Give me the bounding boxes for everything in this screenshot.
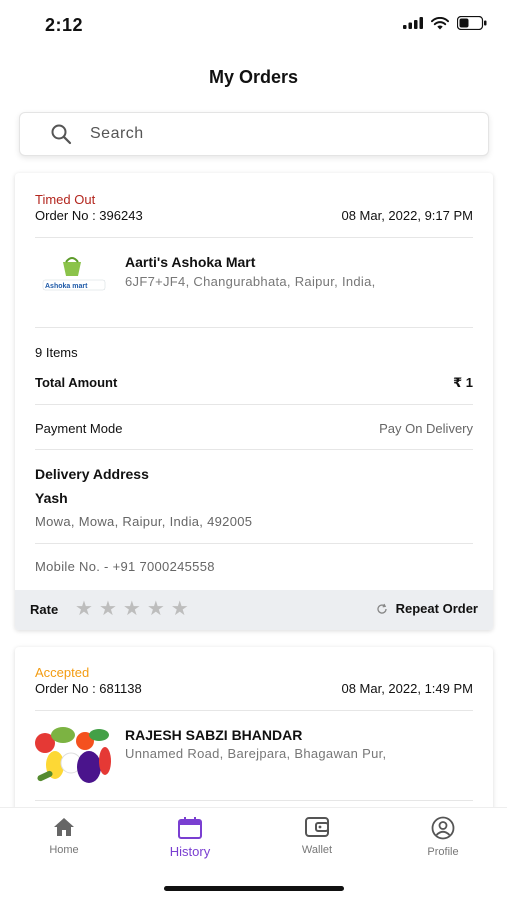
store-address: 6JF7+JF4, Changurabhata, Raipur, India, xyxy=(125,274,376,289)
store-address: Unnamed Road, Barejpara, Bhagawan Pur, xyxy=(125,746,387,761)
mobile-number: Mobile No. - +91 7000245558 xyxy=(35,559,215,574)
divider xyxy=(35,543,473,544)
order-date: 08 Mar, 2022, 1:49 PM xyxy=(341,681,473,696)
nav-wallet-label: Wallet xyxy=(301,844,333,856)
star-icon[interactable]: ★ xyxy=(99,599,117,619)
page-title: My Orders xyxy=(208,67,299,87)
nav-home[interactable]: Home xyxy=(14,816,114,856)
divider xyxy=(35,710,473,711)
home-indicator[interactable] xyxy=(164,886,344,891)
nav-home-label: Home xyxy=(49,844,79,856)
status-icons xyxy=(403,16,487,30)
divider xyxy=(35,800,473,801)
wifi-icon xyxy=(431,16,449,29)
store-name: RAJESH SABZI BHANDAR xyxy=(125,727,303,743)
repeat-order-button[interactable]: Repeat Order xyxy=(376,601,478,616)
store-logo: Ashoka mart xyxy=(33,250,113,314)
total-amount-label: Total Amount xyxy=(35,375,118,390)
store-name: Aarti's Ashoka Mart xyxy=(125,254,256,270)
rate-label: Rate xyxy=(30,602,59,617)
order-status: Timed Out xyxy=(35,192,96,207)
signal-icon xyxy=(403,17,423,29)
search-input[interactable] xyxy=(90,125,450,143)
payment-mode-label: Payment Mode xyxy=(35,421,123,436)
home-icon xyxy=(54,818,74,836)
rate-bar: Rate ★ ★ ★ ★ ★ Repeat Order xyxy=(15,590,493,630)
nav-wallet[interactable]: Wallet xyxy=(267,816,367,856)
nav-profile-label: Profile xyxy=(427,846,459,858)
items-count: 9 Items xyxy=(35,345,78,360)
star-icon[interactable]: ★ xyxy=(147,599,165,619)
nav-history-label: History xyxy=(169,844,211,859)
star-icon[interactable]: ★ xyxy=(171,599,189,619)
repeat-order-label: Repeat Order xyxy=(395,601,478,616)
store-logo xyxy=(33,721,113,785)
order-status: Accepted xyxy=(35,665,90,680)
delivery-address: Mowa, Mowa, Raipur, India, 492005 xyxy=(35,514,253,529)
status-bar: 2:12 xyxy=(0,0,507,50)
logo-text: Ashoka mart xyxy=(45,283,88,290)
refresh-icon xyxy=(376,603,387,614)
star-icon[interactable]: ★ xyxy=(123,599,141,619)
star-rating[interactable]: ★ ★ ★ ★ ★ xyxy=(75,599,189,619)
payment-mode-value: Pay On Delivery xyxy=(379,421,473,436)
order-number: Order No : 396243 xyxy=(35,208,143,223)
search-icon xyxy=(51,124,72,145)
calendar-icon xyxy=(178,817,202,839)
delivery-name: Yash xyxy=(35,490,68,506)
star-icon[interactable]: ★ xyxy=(75,599,93,619)
wallet-icon xyxy=(305,817,329,837)
divider xyxy=(35,327,473,328)
profile-icon xyxy=(431,816,455,840)
order-date: 08 Mar, 2022, 9:17 PM xyxy=(341,208,473,223)
nav-history[interactable]: History xyxy=(140,816,240,859)
vegetables-image xyxy=(35,727,111,783)
total-amount-value: ₹ 1 xyxy=(453,375,473,390)
nav-profile[interactable]: Profile xyxy=(393,816,493,858)
ashoka-mart-logo: Ashoka mart xyxy=(42,257,106,291)
divider xyxy=(35,404,473,405)
divider xyxy=(35,237,473,238)
order-card[interactable]: Accepted Order No : 681138 08 Mar, 2022,… xyxy=(15,647,493,817)
status-time: 2:12 xyxy=(45,15,84,35)
divider xyxy=(35,449,473,450)
battery-icon xyxy=(457,16,487,30)
order-card[interactable]: Timed Out Order No : 396243 08 Mar, 2022… xyxy=(15,173,493,630)
delivery-address-label: Delivery Address xyxy=(35,466,149,482)
order-number: Order No : 681138 xyxy=(35,681,142,696)
search-bar[interactable] xyxy=(19,112,489,156)
